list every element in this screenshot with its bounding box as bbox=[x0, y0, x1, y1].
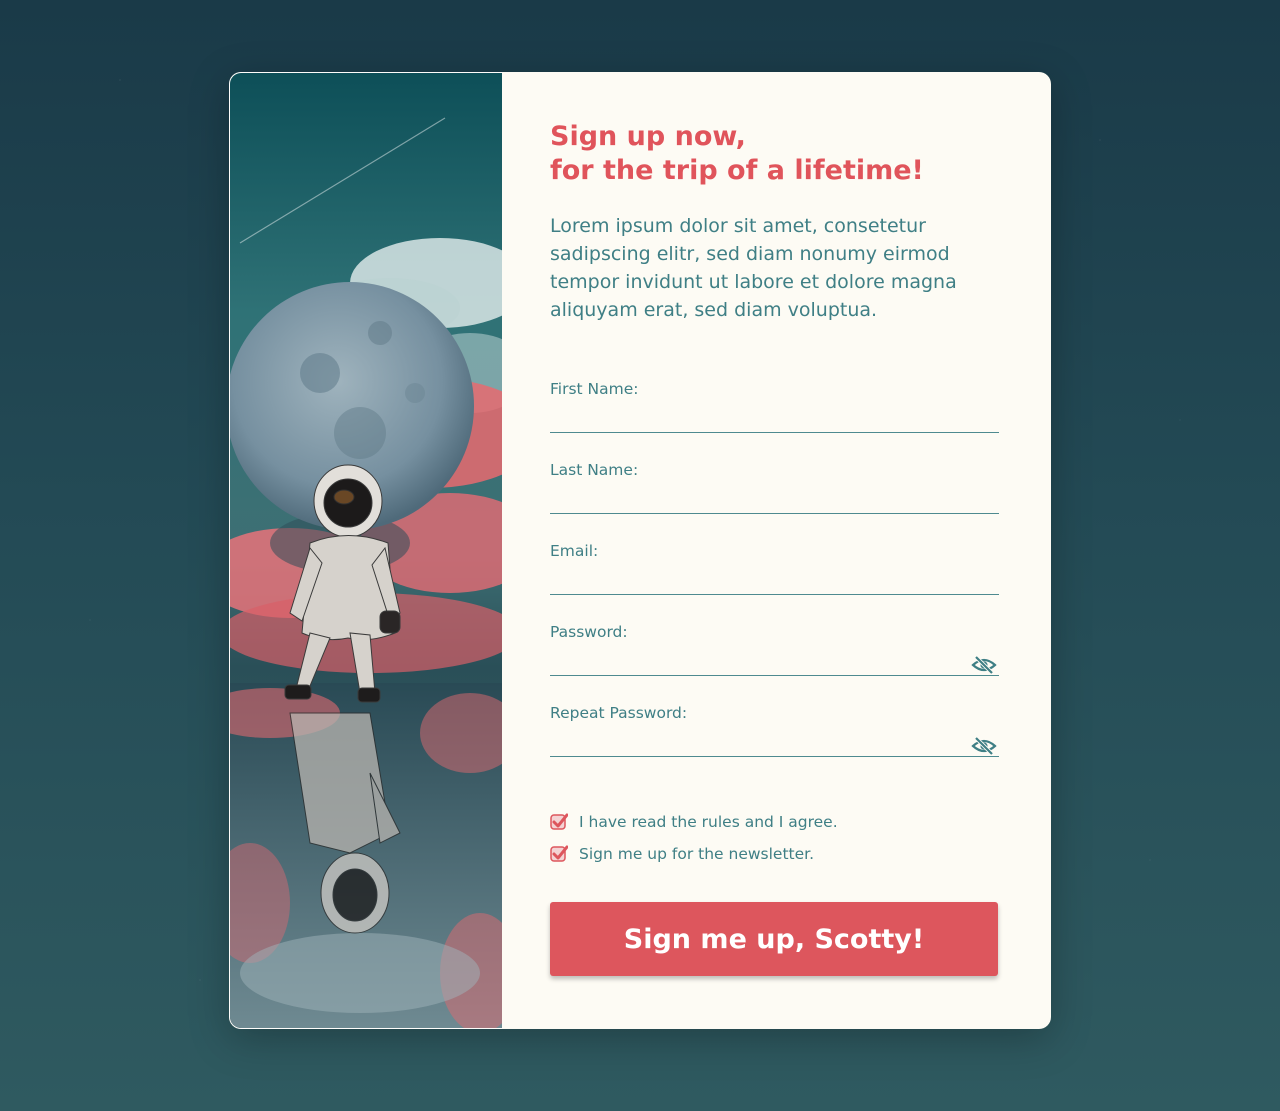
title-line-1: Sign up now, bbox=[550, 121, 746, 152]
email-group: Email: bbox=[550, 542, 999, 623]
first-name-input[interactable] bbox=[550, 402, 999, 433]
last-name-label: Last Name: bbox=[550, 461, 639, 479]
rules-checkbox[interactable] bbox=[550, 813, 569, 831]
astronaut-illustration bbox=[229, 72, 502, 1029]
repeat-password-group: Repeat Password: bbox=[550, 704, 999, 785]
page-title: Sign up now, for the trip of a lifetime! bbox=[550, 120, 999, 188]
newsletter-checkbox[interactable] bbox=[550, 845, 569, 863]
checkmark-icon bbox=[550, 845, 569, 862]
newsletter-checkbox-label[interactable]: Sign me up for the newsletter. bbox=[579, 845, 814, 863]
last-name-input[interactable] bbox=[550, 483, 999, 514]
newsletter-checkbox-row[interactable]: Sign me up for the newsletter. bbox=[550, 838, 999, 870]
first-name-group: First Name: bbox=[550, 380, 999, 461]
eye-off-icon[interactable] bbox=[971, 736, 997, 756]
title-line-2: for the trip of a lifetime! bbox=[550, 155, 924, 186]
signup-card: Sign up now, for the trip of a lifetime!… bbox=[229, 72, 1051, 1029]
password-label: Password: bbox=[550, 623, 628, 641]
last-name-group: Last Name: bbox=[550, 461, 999, 542]
email-input[interactable] bbox=[550, 564, 999, 595]
rules-checkbox-row[interactable]: I have read the rules and I agree. bbox=[550, 806, 999, 838]
intro-text: Lorem ipsum dolor sit amet, consetetur s… bbox=[550, 215, 957, 321]
signup-fields: First Name: Last Name: Email: Password: bbox=[550, 380, 999, 785]
eye-off-icon[interactable] bbox=[971, 655, 997, 675]
repeat-password-input[interactable] bbox=[550, 726, 999, 757]
repeat-password-label: Repeat Password: bbox=[550, 704, 688, 722]
first-name-label: First Name: bbox=[550, 380, 639, 398]
password-group: Password: bbox=[550, 623, 999, 704]
email-label: Email: bbox=[550, 542, 599, 560]
signup-submit-button[interactable]: Sign me up, Scotty! bbox=[550, 902, 998, 976]
rules-checkbox-label[interactable]: I have read the rules and I agree. bbox=[579, 813, 838, 831]
password-input[interactable] bbox=[550, 645, 999, 676]
signup-form-panel: Sign up now, for the trip of a lifetime!… bbox=[502, 72, 1051, 1029]
checkmark-icon bbox=[550, 813, 569, 830]
consent-checkboxes: I have read the rules and I agree. Sign … bbox=[550, 806, 999, 870]
